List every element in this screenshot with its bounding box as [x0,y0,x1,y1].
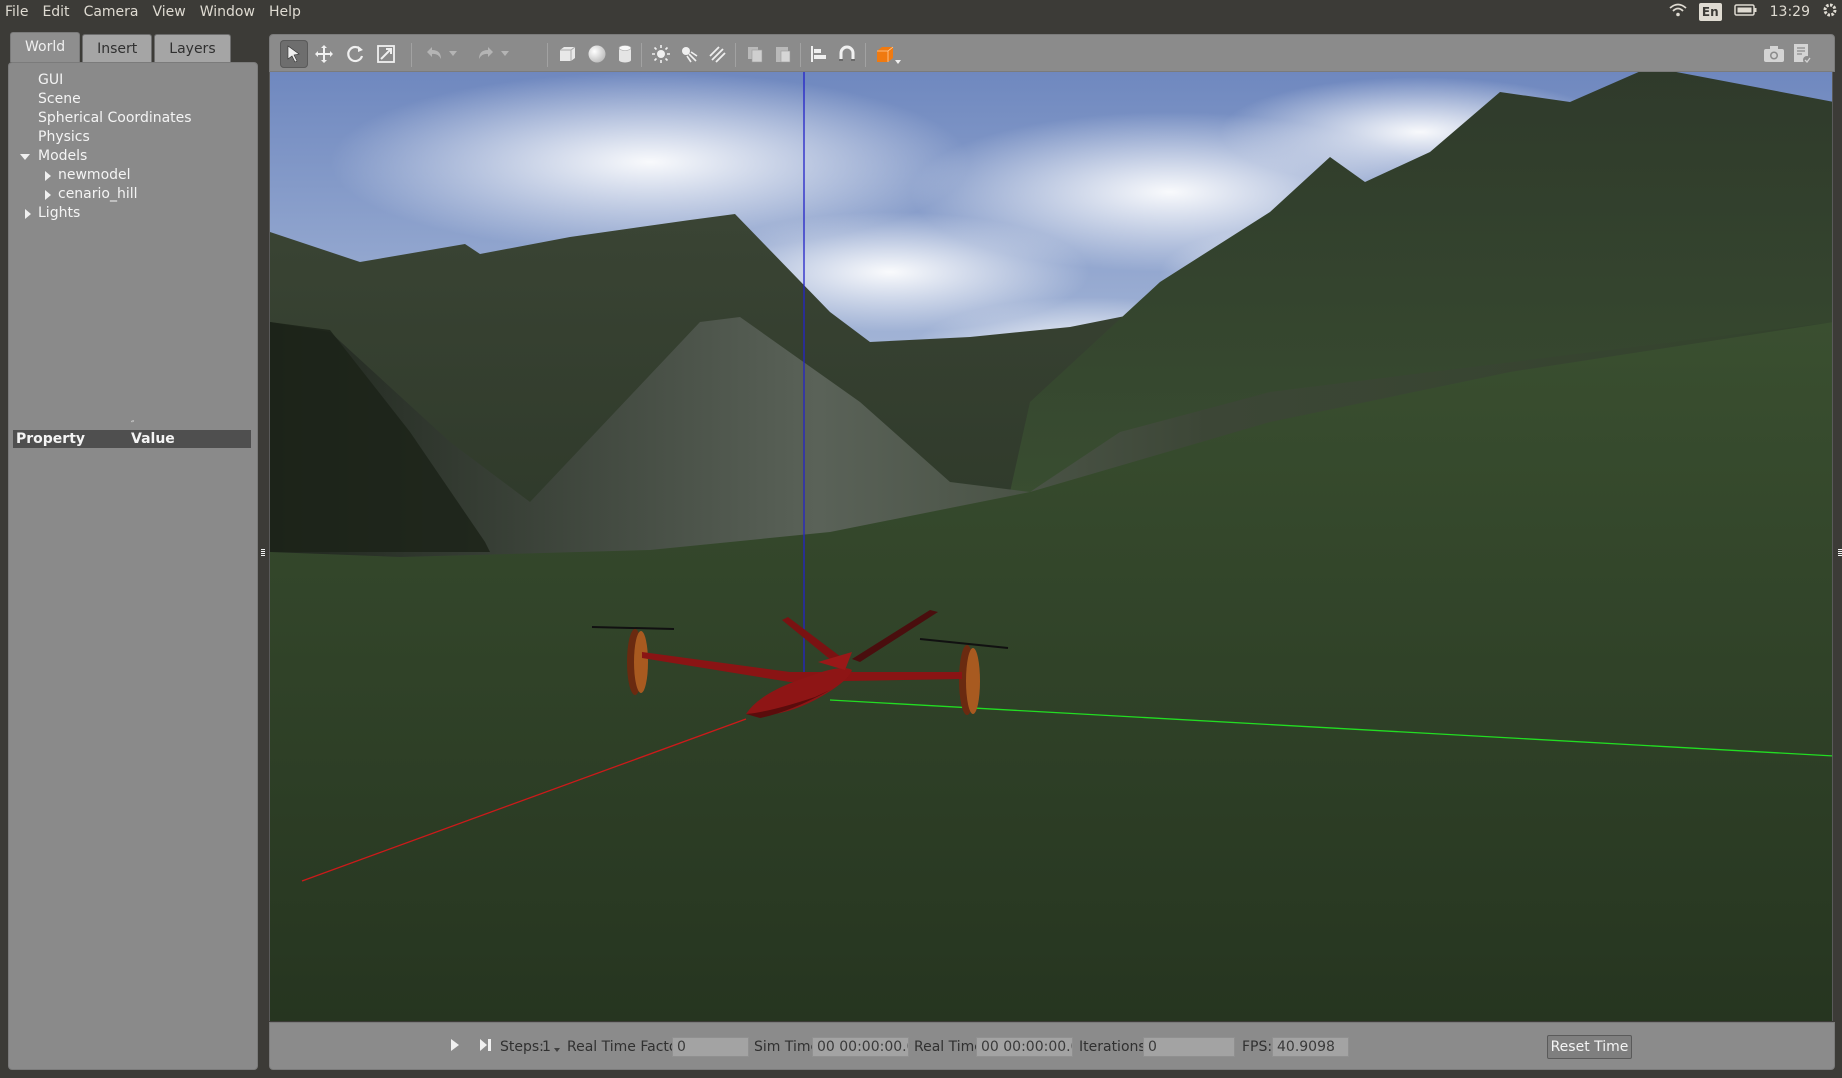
simulation-status-bar: Steps: 1 Real Time Factor: 0 Sim Time: 0… [269,1022,1835,1070]
top-menu-bar: File Edit Camera View Window Help [0,0,1842,24]
view-angle-icon[interactable] [871,40,905,68]
menu-view[interactable]: View [146,0,193,24]
toolbar-separator [411,43,412,67]
tree-item-spherical-coordinates[interactable]: Spherical Coordinates [9,109,259,128]
main-toolbar [269,34,1835,72]
tab-insert[interactable]: Insert [82,34,153,62]
3d-scene-viewport[interactable] [269,72,1833,1021]
toolbar-separator [865,43,866,67]
clock[interactable]: 13:29 [1770,4,1810,20]
expanded-arrow-icon[interactable] [20,154,30,160]
reset-time-button[interactable]: Reset Time [1547,1035,1632,1059]
toolbar-separator [800,43,801,67]
settings-gear-icon[interactable] [1822,2,1838,22]
tree-item-newmodel[interactable]: newmodel [9,166,259,185]
tree-item-gui[interactable]: GUI [9,71,259,90]
iterations-field: 0 [1143,1037,1235,1057]
tree-item-label: newmodel [58,167,131,183]
step-forward-icon[interactable] [479,1038,493,1056]
undo-dropdown-chevron-icon[interactable] [446,40,460,68]
paste-icon[interactable] [769,40,797,68]
tab-layers[interactable]: Layers [154,34,231,62]
tree-item-label: Lights [38,205,81,221]
menu-window[interactable]: Window [193,0,262,24]
toolbar-separator [641,43,642,67]
spot-light-icon[interactable] [675,40,703,68]
play-icon[interactable] [450,1038,460,1056]
tree-item-lights[interactable]: Lights [9,204,259,223]
toolbar-separator [547,43,548,67]
redo-icon[interactable] [472,40,500,68]
tree-item-label: Models [38,148,88,164]
panel-splitter-grip[interactable]: ″ [131,421,139,430]
world-tree: GUI Scene Spherical Coordinates Physics … [9,71,259,223]
scene-render[interactable] [270,72,1833,1021]
toolbar-separator [735,43,736,67]
collapsed-arrow-icon[interactable] [25,209,31,219]
left-splitter-handle[interactable] [261,549,265,557]
left-panel: World Insert Layers GUI Scene Spherical … [8,32,258,1070]
align-icon[interactable] [805,40,833,68]
value-column-header[interactable]: Value [131,431,175,447]
steps-spin-chevron-icon[interactable] [553,1038,561,1056]
tree-item-label: cenario_hill [58,186,138,202]
screenshot-icon[interactable] [1760,40,1788,68]
scale-icon[interactable] [372,40,400,68]
sphere-icon[interactable] [583,40,611,68]
property-column-header[interactable]: Property [13,431,131,447]
box-icon[interactable] [553,40,581,68]
battery-icon[interactable] [1733,3,1758,21]
menu-file[interactable]: File [0,0,35,24]
wifi-icon[interactable] [1669,3,1687,21]
tree-item-models[interactable]: Models [9,147,259,166]
rotate-icon[interactable] [341,40,369,68]
translate-icon[interactable] [310,40,338,68]
snap-icon[interactable] [833,40,861,68]
real-time-field: 00 00:00:00.002 [976,1037,1073,1057]
steps-value[interactable]: 1 [542,1038,551,1056]
tree-item-cenario-hill[interactable]: cenario_hill [9,185,259,204]
sim-time-field: 00 00:00:00.000 [812,1037,909,1057]
left-panel-tabs: World Insert Layers [10,32,233,62]
rtf-field: 0 [672,1037,749,1057]
copy-icon[interactable] [741,40,769,68]
select-arrow-icon[interactable] [280,40,308,68]
system-tray: En 13:29 [1669,0,1842,24]
collapsed-arrow-icon[interactable] [45,171,51,181]
tree-item-scene[interactable]: Scene [9,90,259,109]
world-panel: GUI Scene Spherical Coordinates Physics … [8,62,258,1070]
fps-field: 40.9098 [1272,1037,1349,1057]
menu-camera[interactable]: Camera [77,0,146,24]
property-table-header: Property Value [13,430,251,448]
tree-item-physics[interactable]: Physics [9,128,259,147]
menu-help[interactable]: Help [262,0,308,24]
steps-label: Steps: [500,1039,544,1055]
rtf-label: Real Time Factor: [567,1039,688,1055]
directional-light-icon[interactable] [703,40,731,68]
iterations-label: Iterations: [1079,1039,1151,1055]
menu-edit[interactable]: Edit [35,0,76,24]
log-icon[interactable] [1788,40,1816,68]
right-splitter-handle[interactable] [1838,549,1842,557]
undo-icon[interactable] [420,40,448,68]
point-light-icon[interactable] [647,40,675,68]
tab-world[interactable]: World [10,32,81,62]
keyboard-layout-indicator[interactable]: En [1698,3,1722,21]
fps-label: FPS: [1242,1039,1273,1055]
collapsed-arrow-icon[interactable] [45,190,51,200]
cylinder-icon[interactable] [611,40,639,68]
redo-dropdown-chevron-icon[interactable] [498,40,512,68]
